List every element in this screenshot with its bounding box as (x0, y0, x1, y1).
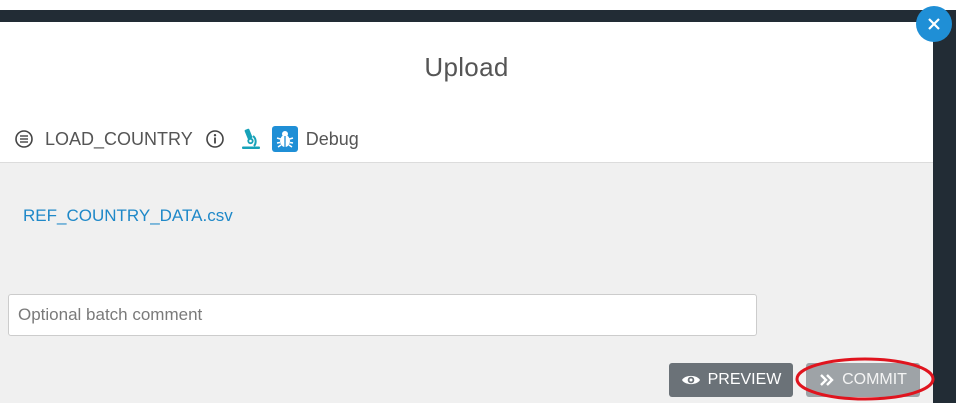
top-strip (0, 0, 956, 10)
double-chevron-right-icon (819, 373, 835, 387)
list-lines-icon (14, 129, 34, 149)
batch-comment-input[interactable] (8, 294, 757, 336)
close-button[interactable] (916, 6, 952, 42)
upload-content: REF_COUNTRY_DATA.csv PREVIEW COMMIT (0, 163, 933, 403)
top-dark-bar (0, 10, 956, 22)
load-toolbar: LOAD_COUNTRY Debug (14, 126, 359, 152)
bug-icon[interactable] (271, 126, 298, 152)
upload-modal: Upload LOAD_COUNTRY Debug REF_COUNTRY_DA… (0, 22, 933, 403)
debug-label[interactable]: Debug (306, 129, 359, 150)
commit-button[interactable]: COMMIT (806, 363, 920, 397)
info-circle-icon[interactable] (205, 129, 225, 149)
preview-button[interactable]: PREVIEW (669, 363, 793, 397)
microscope-icon[interactable] (239, 127, 263, 151)
file-link[interactable]: REF_COUNTRY_DATA.csv (23, 206, 233, 226)
load-name: LOAD_COUNTRY (45, 128, 193, 149)
preview-label: PREVIEW (707, 371, 782, 388)
close-icon (926, 16, 942, 32)
modal-title: Upload (424, 52, 509, 82)
eye-icon (681, 373, 701, 387)
commit-label: COMMIT (842, 371, 907, 388)
background-overlay (933, 22, 956, 403)
